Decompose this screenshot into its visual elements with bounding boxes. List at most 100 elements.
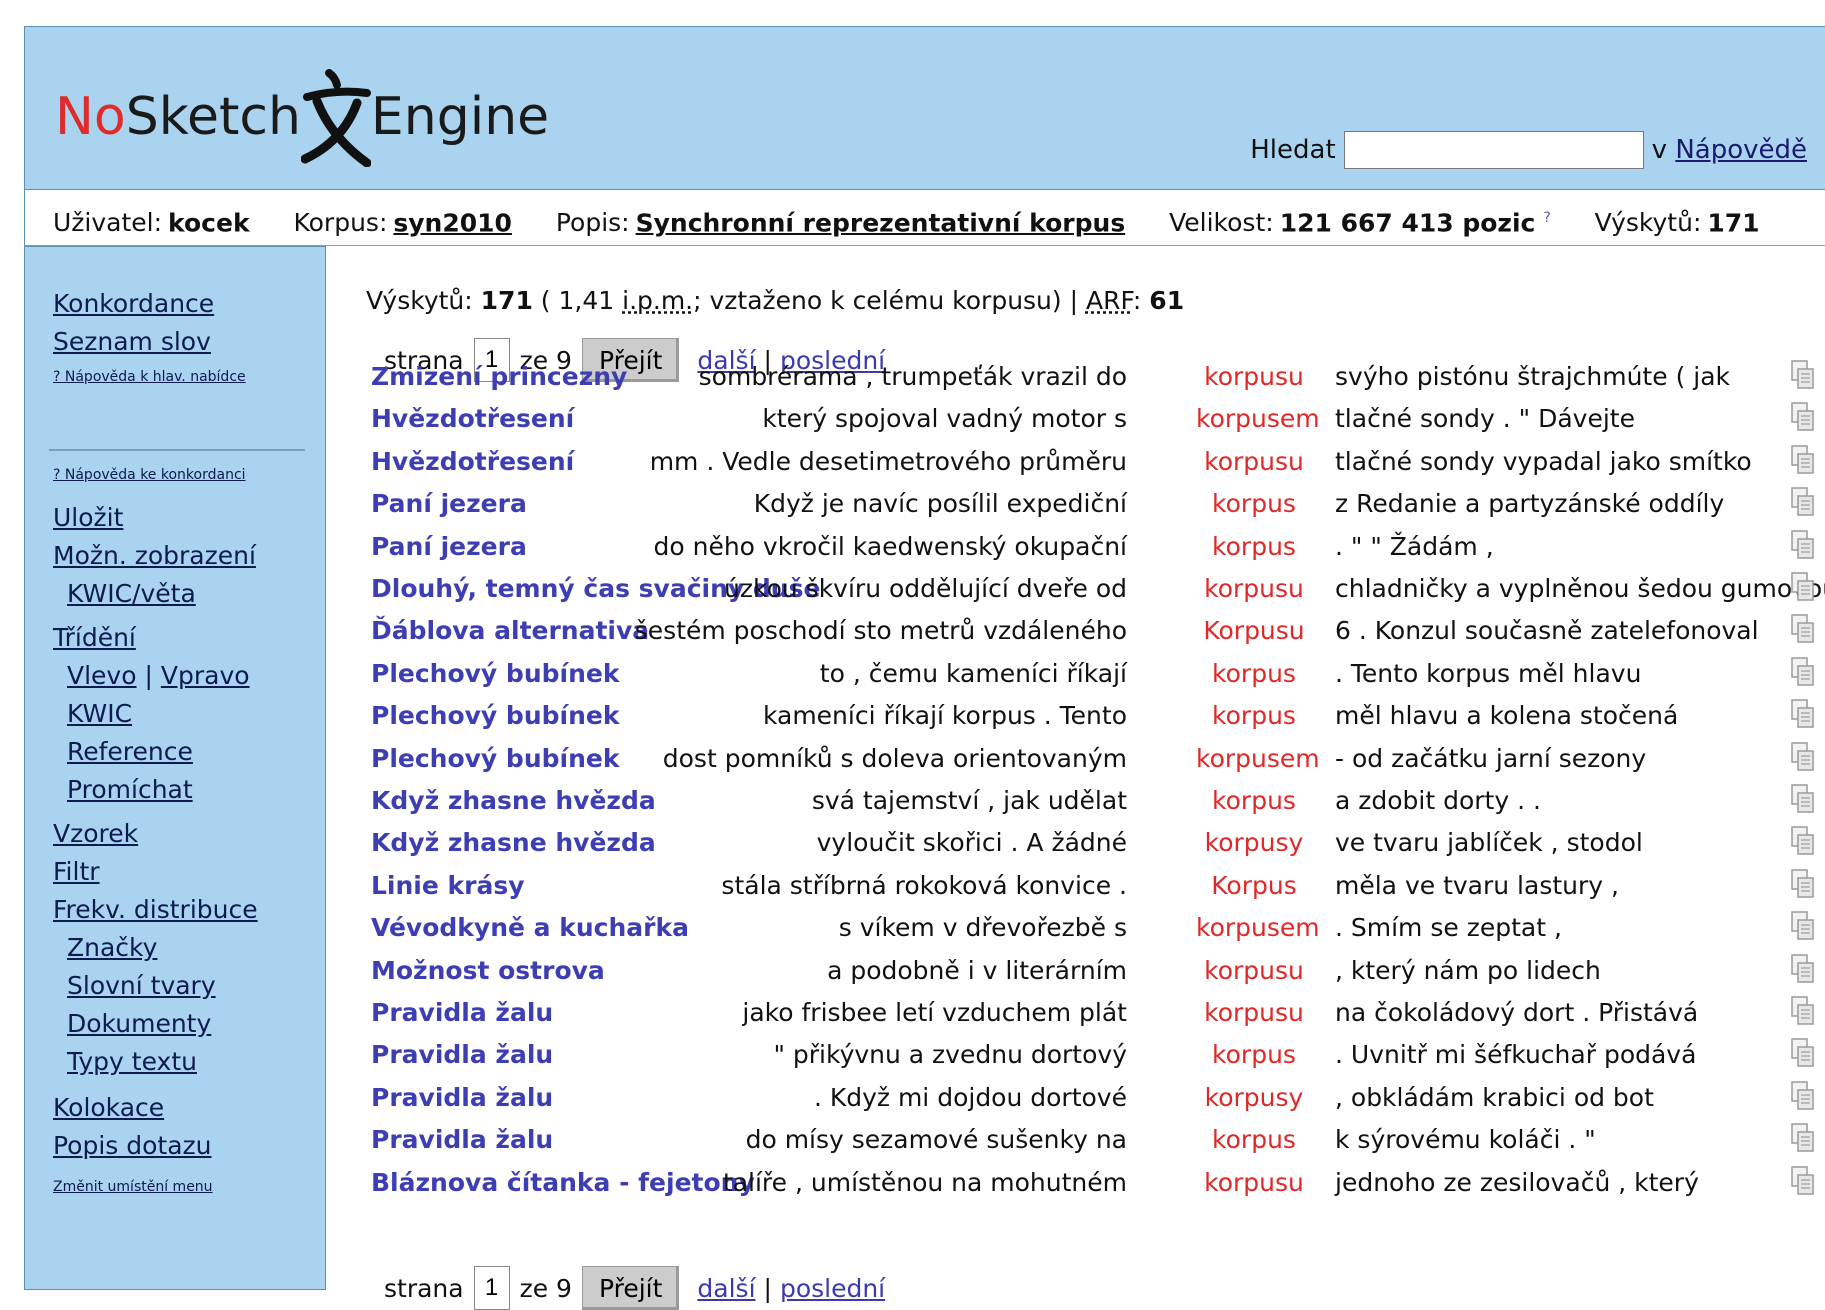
go-button[interactable]: Přejít: [581, 1266, 680, 1310]
kwic-keyword[interactable]: korpusem: [1196, 744, 1320, 773]
concordance-row: Dlouhý, temný čas svačiny duše úzkou škví…: [326, 572, 1825, 616]
sidebar-item-sort-kwic[interactable]: KWIC: [67, 699, 132, 728]
reference-link[interactable]: Hvězdotřesení: [371, 404, 574, 433]
sidebar-item-kwic-sentence[interactable]: KWIC/věta: [67, 579, 196, 608]
sidebar-item-filter[interactable]: Filtr: [53, 857, 100, 886]
help-search-input[interactable]: [1343, 131, 1644, 169]
copy-icon[interactable]: [1791, 1038, 1815, 1068]
kwic-keyword[interactable]: korpusu: [1196, 1168, 1312, 1197]
sidebar-item-freq-distribution[interactable]: Frekv. distribuce: [53, 895, 258, 924]
copy-icon[interactable]: [1791, 657, 1815, 687]
reference-link[interactable]: Zmizení princezny: [371, 362, 627, 391]
page-number-input[interactable]: [473, 1266, 510, 1310]
sidebar-item-query-description[interactable]: Popis dotazu: [53, 1131, 212, 1160]
help-link[interactable]: Nápovědě: [1675, 135, 1807, 165]
corpus-link[interactable]: syn2010: [393, 208, 512, 237]
right-context: tlačné sondy vypadal jako smítko: [1335, 446, 1752, 476]
kwic-keyword[interactable]: korpusem: [1196, 913, 1320, 942]
size-help-link[interactable]: ?: [1543, 210, 1550, 226]
copy-icon[interactable]: [1791, 487, 1815, 517]
copy-icon[interactable]: [1791, 614, 1815, 644]
concordance-row: Pravidla žalu do mísy sezamové sušenky na…: [326, 1123, 1825, 1167]
kwic-keyword[interactable]: korpusu: [1196, 362, 1312, 391]
reference-link[interactable]: Plechový bubínek: [371, 744, 619, 773]
copy-icon[interactable]: [1791, 445, 1815, 475]
reference-link[interactable]: Pravidla žalu: [371, 1125, 553, 1154]
next-page-link[interactable]: další: [697, 1274, 755, 1303]
sidebar-item-collocations[interactable]: Kolokace: [53, 1093, 164, 1122]
reference-link[interactable]: Linie krásy: [371, 871, 525, 900]
copy-icon[interactable]: [1791, 360, 1815, 390]
right-context: , obkládám krabici od bot: [1335, 1082, 1654, 1112]
kwic-keyword[interactable]: korpus: [1196, 1040, 1312, 1069]
reference-link[interactable]: Když zhasne hvězda: [371, 828, 656, 857]
copy-icon[interactable]: [1791, 953, 1815, 984]
copy-icon[interactable]: [1791, 911, 1815, 941]
kwic-keyword[interactable]: korpusu: [1196, 956, 1312, 985]
concordance-row: Možnost ostrova a podobně i v literárním k…: [326, 953, 1825, 998]
copy-icon[interactable]: [1791, 1165, 1815, 1196]
kwic-keyword[interactable]: korpusu: [1196, 574, 1312, 603]
copy-icon[interactable]: [1791, 529, 1815, 560]
reference-link[interactable]: Vévodkyně a kuchařka: [371, 913, 689, 942]
copy-icon[interactable]: [1791, 699, 1815, 729]
copy-icon[interactable]: [1791, 869, 1815, 899]
kwic-keyword[interactable]: korpus: [1196, 659, 1312, 688]
user-name: kocek: [168, 208, 250, 238]
sidebar-item-tags[interactable]: Značky: [67, 933, 157, 962]
kwic-keyword[interactable]: korpusu: [1196, 998, 1312, 1027]
sidebar-item-sample[interactable]: Vzorek: [53, 819, 138, 848]
copy-icon[interactable]: [1791, 402, 1815, 432]
sidebar-item-text-types[interactable]: Typy textu: [67, 1047, 197, 1076]
sidebar-item-change-menu-position[interactable]: Změnit umístění menu: [53, 1179, 213, 1195]
reference-link[interactable]: Paní jezera: [371, 532, 527, 561]
sidebar-item-shuffle[interactable]: Promíchat: [67, 775, 193, 804]
sidebar-item-view-options[interactable]: Možn. zobrazení: [53, 541, 256, 570]
copy-icon[interactable]: [1791, 572, 1815, 602]
last-page-link[interactable]: poslední: [780, 1274, 885, 1303]
sidebar-item-sort-reference[interactable]: Reference: [67, 737, 193, 766]
sidebar-item-sort-right[interactable]: Vpravo: [161, 661, 250, 690]
sidebar-item-concordance-help[interactable]: ? Nápověda ke konkordanci: [53, 467, 246, 483]
kwic-keyword[interactable]: korpus: [1196, 532, 1312, 561]
reference-link[interactable]: Paní jezera: [371, 489, 527, 518]
kwic-keyword[interactable]: korpus: [1196, 489, 1312, 518]
sidebar-item-main-menu-help[interactable]: ? Nápověda k hlav. nabídce: [53, 369, 246, 385]
kwic-keyword[interactable]: Korpus: [1196, 871, 1312, 900]
sidebar-item-sort[interactable]: Třídění: [53, 623, 136, 652]
left-context: kameníci říkají korpus . Tento: [762, 701, 1127, 731]
copy-icon[interactable]: [1791, 741, 1815, 772]
reference-link[interactable]: Ďáblova alternativa: [371, 616, 649, 645]
kwic-keyword[interactable]: korpusem: [1196, 404, 1320, 433]
left-context: do něho vkročil kaedwenský okupační: [653, 531, 1127, 561]
reference-link[interactable]: Pravidla žalu: [371, 1040, 553, 1069]
kwic-keyword[interactable]: korpus: [1196, 701, 1312, 730]
sidebar-item-word-forms[interactable]: Slovní tvary: [67, 971, 216, 1000]
reference-link[interactable]: Když zhasne hvězda: [371, 786, 656, 815]
kwic-keyword[interactable]: korpusu: [1196, 447, 1312, 476]
reference-link[interactable]: Pravidla žalu: [371, 998, 553, 1027]
sidebar-item-word-list[interactable]: Seznam slov: [53, 327, 211, 356]
sidebar-item-save[interactable]: Uložit: [53, 503, 123, 532]
copy-icon[interactable]: [1791, 1123, 1815, 1153]
kwic-keyword[interactable]: korpus: [1196, 1125, 1312, 1154]
kwic-keyword[interactable]: Korpusu: [1196, 616, 1312, 645]
reference-link[interactable]: Pravidla žalu: [371, 1083, 553, 1112]
reference-link[interactable]: Možnost ostrova: [371, 956, 605, 985]
kwic-keyword[interactable]: korpusy: [1196, 828, 1312, 857]
reference-link[interactable]: Hvězdotřesení: [371, 447, 574, 476]
kwic-keyword[interactable]: korpus: [1196, 786, 1312, 815]
reference-link[interactable]: Bláznova čítanka - fejetony: [371, 1168, 755, 1197]
copy-icon[interactable]: [1791, 826, 1815, 856]
corpus-description-link[interactable]: Synchronní reprezentativní korpus: [636, 208, 1126, 237]
reference-link[interactable]: Plechový bubínek: [371, 701, 619, 730]
kwic-keyword[interactable]: korpusy: [1196, 1083, 1312, 1112]
sidebar-item-documents[interactable]: Dokumenty: [67, 1009, 211, 1038]
nosketch-engine-logo[interactable]: NoSketch Engine: [55, 67, 549, 167]
reference-link[interactable]: Plechový bubínek: [371, 659, 619, 688]
copy-icon[interactable]: [1791, 1081, 1815, 1111]
sidebar-item-sort-left[interactable]: Vlevo: [67, 661, 137, 690]
copy-icon[interactable]: [1791, 784, 1815, 814]
copy-icon[interactable]: [1791, 996, 1815, 1026]
sidebar-item-concordance[interactable]: Konkordance: [53, 289, 214, 318]
